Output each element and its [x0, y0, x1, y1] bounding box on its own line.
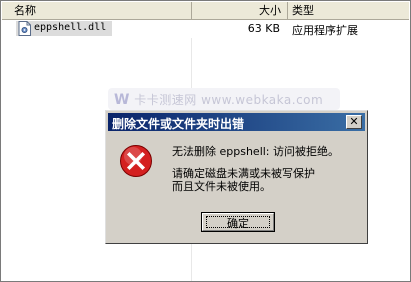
file-name: eppshell.dll	[34, 22, 107, 33]
close-button[interactable]: ✕	[346, 115, 362, 129]
ok-button-label: 确定	[227, 217, 249, 230]
error-message: 无法删除 eppshell: 访问被拒绝。	[172, 145, 340, 158]
column-header-size[interactable]: 大小	[192, 2, 288, 19]
watermark: W 卡卡测速网 www.webkaka.com	[114, 91, 323, 108]
column-header-name[interactable]: 名称	[2, 2, 192, 19]
dialog-title: 删除文件或文件夹时出错	[112, 117, 245, 131]
error-icon	[120, 145, 152, 177]
column-header-type[interactable]: 类型	[288, 2, 409, 19]
file-dll-icon	[18, 21, 31, 36]
error-hint: 请确定磁盘未满或未被写保护 而且文件未被使用。	[172, 167, 315, 193]
error-hint-line-1: 请确定磁盘未满或未被写保护	[172, 167, 315, 180]
file-size: 63 KB	[247, 22, 280, 35]
column-header-row: 名称 大小 类型	[2, 2, 409, 20]
file-type: 应用程序扩展	[292, 24, 358, 37]
error-hint-line-2: 而且文件未被使用。	[172, 180, 271, 193]
dialog-titlebar[interactable]: 删除文件或文件夹时出错 ✕	[108, 113, 365, 131]
file-row[interactable]: eppshell.dll 63 KB 应用程序扩展	[2, 20, 409, 38]
ok-button[interactable]: 确定	[201, 212, 275, 232]
close-icon: ✕	[349, 115, 359, 128]
watermark-text: 卡卡测速网 www.webkaka.com	[134, 93, 324, 107]
watermark-logo: W	[114, 92, 130, 108]
error-dialog: 删除文件或文件夹时出错 ✕ 无法删除 eppshell: 访问被拒绝。 请确定磁…	[105, 110, 368, 244]
